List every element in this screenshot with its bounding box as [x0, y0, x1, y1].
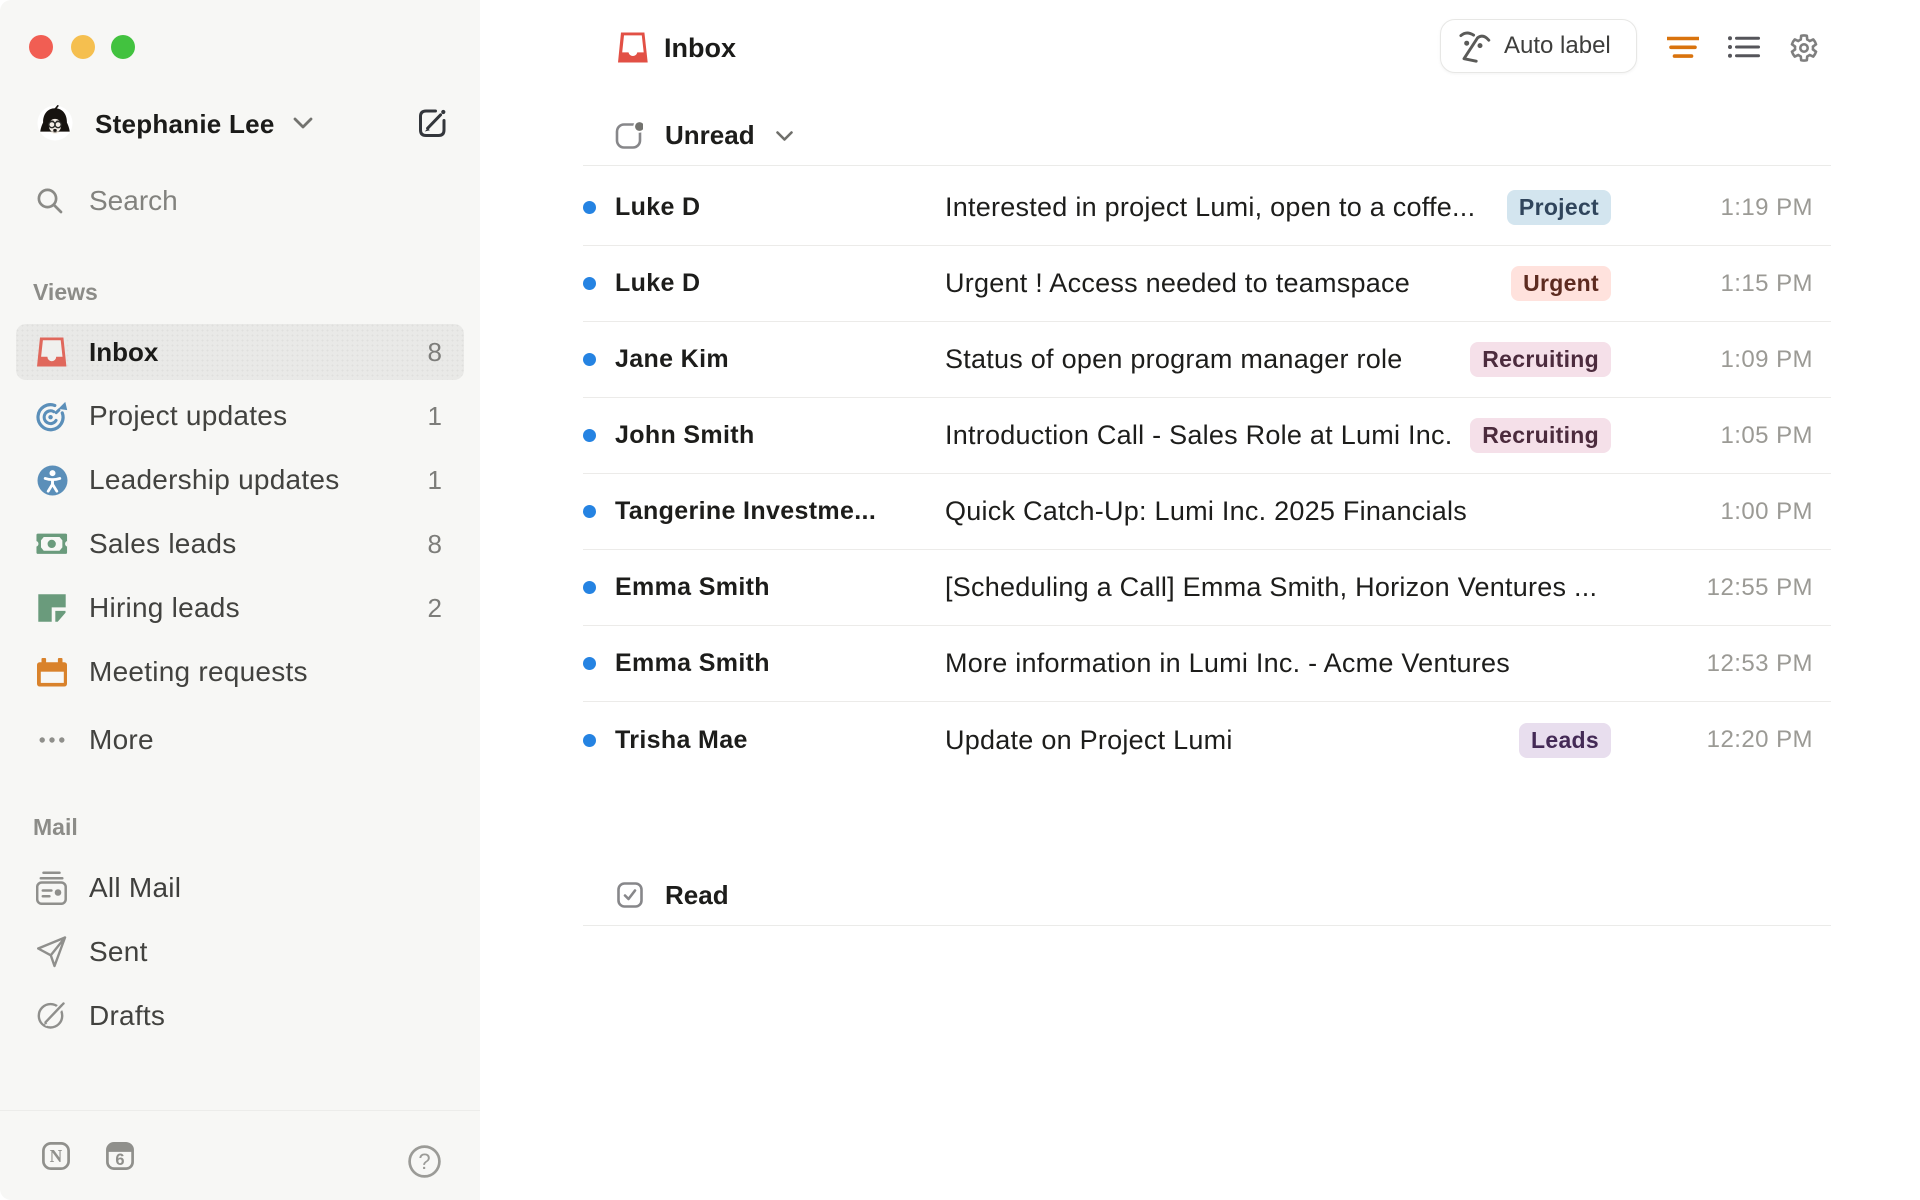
svg-text:N: N: [50, 1146, 63, 1166]
svg-text:?: ?: [418, 1149, 430, 1174]
svg-text:6: 6: [115, 1151, 124, 1169]
